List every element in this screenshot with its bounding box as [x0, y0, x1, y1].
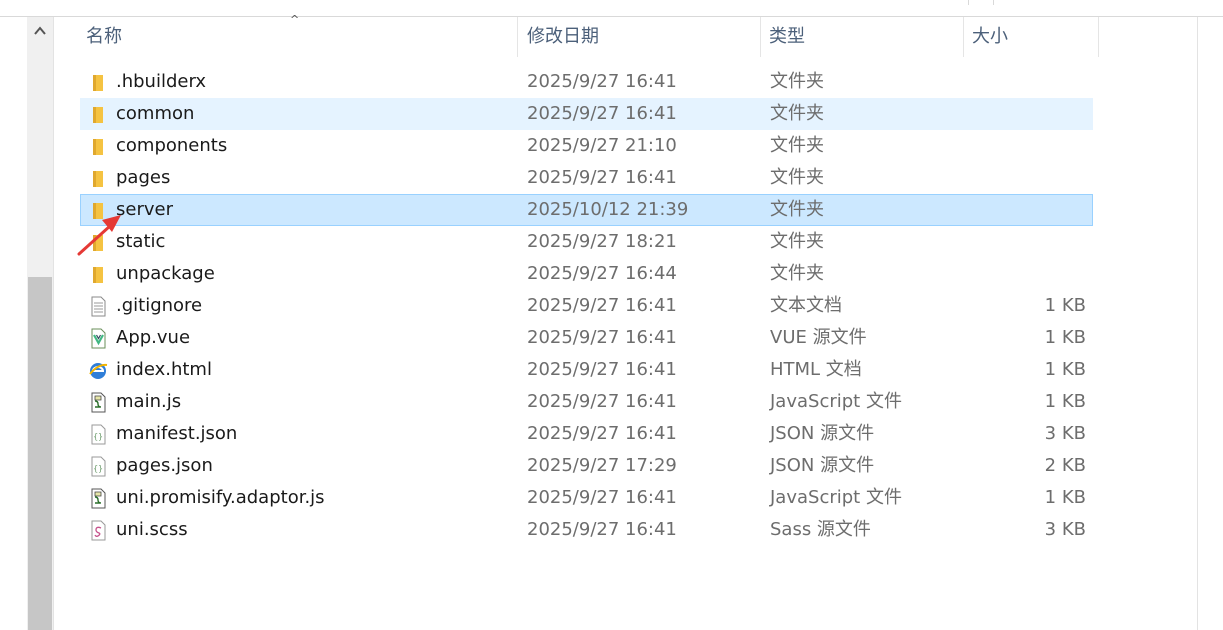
file-row[interactable]: pages 2025/9/27 16:41 文件夹 — [80, 162, 1093, 194]
file-name: pages.json — [116, 455, 213, 476]
js-file-icon — [91, 392, 106, 413]
file-type: JavaScript 文件 — [770, 487, 902, 508]
file-type: JSON 源文件 — [770, 455, 875, 476]
file-row[interactable]: components 2025/9/27 21:10 文件夹 — [80, 130, 1093, 162]
text-file-icon — [91, 296, 106, 317]
file-type: JSON 源文件 — [770, 423, 875, 444]
file-date-modified: 2025/9/27 16:41 — [527, 519, 677, 540]
file-type: 文本文档 — [770, 295, 842, 316]
folder-icon — [93, 107, 103, 123]
navigation-scrollbar[interactable] — [27, 17, 53, 630]
folder-icon — [93, 171, 103, 187]
file-name: uni.promisify.adaptor.js — [116, 487, 325, 508]
file-name: .gitignore — [116, 295, 203, 316]
file-type: 文件夹 — [770, 199, 824, 220]
file-type: 文件夹 — [770, 167, 824, 188]
address-bar-divider — [968, 0, 969, 5]
file-name: App.vue — [116, 327, 191, 348]
file-date-modified: 2025/9/27 16:44 — [527, 263, 677, 284]
file-name: pages — [116, 167, 171, 188]
folder-icon — [93, 75, 103, 91]
file-date-modified: 2025/9/27 18:21 — [527, 231, 677, 252]
json-file-icon: {} — [91, 456, 106, 477]
file-size: 2 KB — [1044, 455, 1086, 476]
file-date-modified: 2025/9/27 16:41 — [527, 487, 677, 508]
file-name: main.js — [116, 391, 182, 412]
column-header-size[interactable]: 大小 — [964, 17, 1099, 57]
file-row[interactable]: .gitignore 2025/9/27 16:41 文本文档 1 KB — [80, 290, 1093, 322]
scroll-up-arrow-icon[interactable] — [27, 17, 53, 43]
search-box-divider — [993, 0, 994, 5]
navigation-pane-edge — [0, 17, 27, 630]
file-date-modified: 2025/9/27 21:10 — [527, 135, 677, 156]
file-type: HTML 文档 — [770, 359, 862, 380]
json-file-icon: {} — [91, 424, 106, 445]
file-type: 文件夹 — [770, 231, 824, 252]
file-name: common — [116, 103, 195, 124]
file-type: VUE 源文件 — [770, 327, 867, 348]
folder-icon — [93, 267, 103, 283]
file-size: 1 KB — [1044, 487, 1086, 508]
file-size: 1 KB — [1044, 327, 1086, 348]
file-type: 文件夹 — [770, 103, 824, 124]
svg-text:{}: {} — [93, 432, 103, 441]
file-size: 1 KB — [1044, 359, 1086, 380]
file-name: manifest.json — [116, 423, 238, 444]
file-date-modified: 2025/9/27 16:41 — [527, 167, 677, 188]
file-date-modified: 2025/9/27 16:41 — [527, 103, 677, 124]
file-name: static — [116, 231, 166, 252]
file-row[interactable]: static 2025/9/27 18:21 文件夹 — [80, 226, 1093, 258]
file-row[interactable]: uni.scss 2025/9/27 16:41 Sass 源文件 3 KB — [80, 514, 1093, 546]
file-type: 文件夹 — [770, 71, 824, 92]
file-pane-border-left — [53, 17, 54, 630]
file-date-modified: 2025/9/27 16:41 — [527, 391, 677, 412]
file-size: 1 KB — [1044, 391, 1086, 412]
file-pane-border-right — [1197, 17, 1198, 630]
file-name: uni.scss — [116, 519, 188, 540]
file-row[interactable]: unpackage 2025/9/27 16:44 文件夹 — [80, 258, 1093, 290]
file-name: server — [116, 199, 173, 220]
js-file-icon — [91, 488, 106, 509]
file-size: 3 KB — [1044, 519, 1086, 540]
file-name: index.html — [116, 359, 212, 380]
sass-file-icon — [91, 520, 106, 541]
column-header-type[interactable]: 类型 — [761, 17, 964, 57]
svg-text:{}: {} — [93, 464, 103, 473]
file-name: unpackage — [116, 263, 215, 284]
file-size: 1 KB — [1044, 295, 1086, 316]
folder-icon — [93, 235, 103, 251]
file-row[interactable]: uni.promisify.adaptor.js 2025/9/27 16:41 J… — [80, 482, 1093, 514]
file-row[interactable]: main.js 2025/9/27 16:41 JavaScript 文件 1 KB — [80, 386, 1093, 418]
file-type: 文件夹 — [770, 135, 824, 156]
file-type: JavaScript 文件 — [770, 391, 902, 412]
column-header-row: ^ 名称 修改日期 类型 大小 — [54, 13, 1197, 57]
column-header-date[interactable]: 修改日期 — [519, 17, 761, 57]
file-date-modified: 2025/9/27 16:41 — [527, 327, 677, 348]
file-date-modified: 2025/9/27 16:41 — [527, 71, 677, 92]
scrollbar-thumb[interactable] — [28, 277, 52, 630]
file-type: Sass 源文件 — [770, 519, 871, 540]
file-row[interactable]: index.html 2025/9/27 16:41 HTML 文档 1 KB — [80, 354, 1093, 386]
file-date-modified: 2025/9/27 16:41 — [527, 295, 677, 316]
file-row[interactable]: common 2025/9/27 16:41 文件夹 — [80, 98, 1093, 130]
file-row[interactable]: {} pages.json 2025/9/27 17:29 JSON 源文件 2 KB — [80, 450, 1093, 482]
file-date-modified: 2025/9/27 16:41 — [527, 359, 677, 380]
file-date-modified: 2025/10/12 21:39 — [527, 199, 689, 220]
vue-file-icon — [91, 328, 106, 349]
column-header-name[interactable]: 名称 — [78, 17, 518, 57]
file-name: components — [116, 135, 228, 156]
file-row[interactable]: App.vue 2025/9/27 16:41 VUE 源文件 1 KB — [80, 322, 1093, 354]
file-date-modified: 2025/9/27 16:41 — [527, 423, 677, 444]
file-size: 3 KB — [1044, 423, 1086, 444]
address-bar-strip — [0, 0, 1223, 17]
html-file-icon — [89, 363, 108, 379]
folder-icon — [93, 139, 103, 155]
file-date-modified: 2025/9/27 17:29 — [527, 455, 677, 476]
file-row[interactable]: server 2025/10/12 21:39 文件夹 — [80, 194, 1093, 226]
file-row[interactable]: {} manifest.json 2025/9/27 16:41 JSON 源文件 3 … — [80, 418, 1093, 450]
folder-icon — [93, 203, 103, 219]
file-row[interactable]: .hbuilderx 2025/9/27 16:41 文件夹 — [80, 66, 1093, 98]
file-type: 文件夹 — [770, 263, 824, 284]
file-name: .hbuilderx — [116, 71, 207, 92]
